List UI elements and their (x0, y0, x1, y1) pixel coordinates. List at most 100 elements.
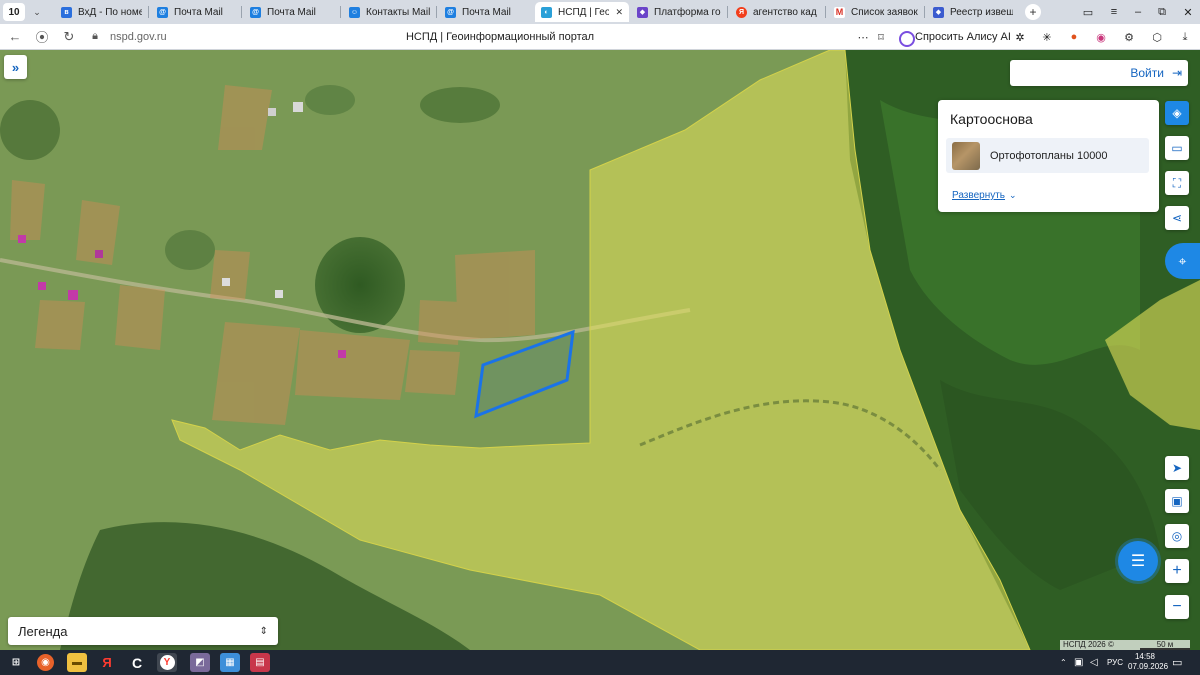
basemap-expand-label: Развернуть (952, 190, 1006, 201)
extension-4-icon[interactable]: ◉ (1092, 28, 1110, 46)
tab-separator (241, 6, 242, 18)
login-arrow-icon: ⇥ (1171, 66, 1182, 80)
login-button[interactable]: Войти ⇥ (1010, 60, 1188, 86)
clock[interactable]: 14:58 07.09.2026 (1128, 652, 1169, 672)
new-tab-button[interactable]: + (1025, 4, 1041, 20)
tab-9[interactable]: M Список заявок — (828, 2, 924, 22)
extension-3-icon[interactable]: ● (1065, 28, 1083, 46)
menu-icon[interactable]: ≡ (1102, 0, 1126, 24)
tab-separator (727, 6, 728, 18)
chevron-down-icon: ⌄ (1009, 190, 1017, 200)
scan-area-icon[interactable]: ⛶ (1165, 171, 1189, 195)
tree-cluster-1 (315, 237, 405, 333)
tab-strip: 10 ⌄ в ВхД - По номеру @ Почта Mail @ По… (0, 0, 1200, 24)
screen-app-icon[interactable]: ▦ (220, 653, 240, 672)
collections-icon[interactable]: ⬡ (1148, 28, 1166, 46)
ask-alice-button[interactable]: Спросить Алису AI (897, 28, 1017, 47)
clock-time: 14:58 (1134, 652, 1156, 661)
updown-chevron-icon: ⇕ (259, 625, 268, 637)
basemap-panel: Картооснова Ортофотопланы 10000 Разверну… (938, 100, 1159, 212)
tab-count-button[interactable]: 10 (3, 3, 25, 21)
registry-icon: ◆ (933, 6, 944, 18)
tab-4[interactable]: ☺ Контакты Mail (343, 2, 436, 22)
tab-nspd-active[interactable]: ◐ НСПД | Геоинф ✕ (535, 2, 629, 22)
page-title: НСПД | Геоинформационный портал (405, 31, 595, 43)
basemap-expand-link[interactable]: Развернуть ⌄ (952, 190, 1017, 201)
firefox-icon[interactable]: ◉ (37, 654, 54, 671)
mail-icon: @ (445, 6, 456, 18)
tab-10[interactable]: ◆ Реестр извещени (927, 2, 1019, 22)
close-tab-icon[interactable]: ✕ (615, 7, 623, 18)
extensions-puzzle-icon[interactable]: ⚙ (1120, 28, 1138, 46)
gmail-icon: M (834, 6, 845, 18)
tree-cluster-5 (305, 85, 355, 115)
pin-icon[interactable]: ◎ (1165, 524, 1189, 548)
chat-bubble-icon[interactable]: ☰ (1118, 541, 1158, 581)
tab-8[interactable]: Я агентство кад ра (730, 2, 825, 22)
mail-icon: @ (157, 6, 168, 18)
network-icon[interactable]: ▣ (1074, 650, 1083, 675)
photo-app-icon[interactable]: ◩ (190, 653, 210, 672)
attribution-text: НСПД 2026 © (1060, 640, 1140, 650)
tray-up-arrow-icon[interactable]: ⌃ (1060, 650, 1067, 675)
calendar-app-icon[interactable]: ▤ (250, 653, 270, 672)
cloud-icon[interactable]: C (127, 653, 147, 672)
tab-separator (825, 6, 826, 18)
mail-icon: @ (250, 6, 261, 18)
tab-separator (436, 6, 437, 18)
login-label: Войти (1130, 66, 1164, 80)
tab-3[interactable]: @ Почта Mail (244, 2, 340, 22)
extension-2-icon[interactable]: ✳ (1038, 28, 1056, 46)
basemap-layer-item[interactable]: Ортофотопланы 10000 (946, 138, 1149, 173)
yandex-active-icon[interactable]: Y (157, 653, 177, 672)
basemap-layer-label: Ортофотопланы 10000 (990, 149, 1108, 162)
zoom-in-icon[interactable]: + (1165, 559, 1189, 583)
zoom-out-icon[interactable]: − (1165, 595, 1189, 619)
bookmark-icon[interactable]: ▭ (1076, 0, 1100, 24)
tab-7[interactable]: ◆ Платформа госуд (631, 2, 727, 22)
orthophoto-thumbnail (952, 141, 980, 170)
basemap-title: Картооснова (950, 111, 1033, 127)
maximize-icon[interactable]: ⧉ (1150, 0, 1174, 24)
yandex-icon: Я (736, 6, 747, 18)
legend-label: Легенда (18, 623, 68, 639)
nspd-icon: ◐ (541, 6, 552, 18)
minimize-icon[interactable]: – (1126, 0, 1150, 24)
expand-sidebar-button[interactable]: » (4, 55, 27, 79)
scale-bar: 50 м (1140, 640, 1190, 650)
bookmark-page-icon[interactable]: ⌑ (872, 28, 890, 46)
tab-separator (340, 6, 341, 18)
volume-icon[interactable]: ◁ (1090, 650, 1098, 675)
file-explorer-icon[interactable]: ▬ (67, 653, 87, 672)
notifications-icon[interactable]: ▭ (1172, 650, 1182, 675)
ruler-icon[interactable]: ▭ (1165, 136, 1189, 160)
tab-2[interactable]: @ Почта Mail (151, 2, 241, 22)
download-icon[interactable]: ⤓ (1176, 28, 1194, 46)
vk-icon: в (61, 6, 72, 18)
tree-cluster-2 (420, 87, 500, 123)
layers-icon[interactable]: ◈ (1165, 101, 1189, 125)
locate-icon[interactable]: ➤ (1165, 456, 1189, 480)
panel-icon[interactable]: ▣ (1165, 489, 1189, 513)
search-panel-icon[interactable]: ⌖ (1165, 243, 1200, 279)
tree-cluster-4 (165, 230, 215, 270)
tab-5[interactable]: @ Почта Mail (439, 2, 533, 22)
tabs-menu-chevron-icon[interactable]: ⌄ (29, 3, 45, 21)
extension-1-icon[interactable]: ✲ (1011, 28, 1029, 46)
ask-alice-label: Спросить Алису AI (915, 31, 1011, 43)
clock-date: 07.09.2026 (1128, 662, 1169, 671)
tree-cluster-3 (0, 100, 60, 160)
tab-1[interactable]: в ВхД - По номеру (55, 2, 148, 22)
yandex-browser-icon[interactable]: Я (97, 653, 117, 672)
close-window-icon[interactable]: ✕ (1176, 0, 1200, 24)
windows-start-icon[interactable]: ⊞ (6, 653, 26, 672)
keyboard-language[interactable]: РУС (1107, 650, 1123, 675)
address-bar: ← ⦿ ↻ 🔒︎ nspd.gov.ru НСПД | Геоинформаци… (0, 24, 1200, 50)
share-icon[interactable]: ⋖ (1165, 206, 1189, 230)
gosuslugi-icon: ◆ (637, 6, 648, 18)
tab-separator (148, 6, 149, 18)
more-dots-icon[interactable]: ⋯ (854, 28, 872, 46)
tab-separator (924, 6, 925, 18)
legend-selector[interactable]: Легенда ⇕ (8, 617, 278, 645)
taskbar: ⊞ ◉ ▬ Я C Y ◩ ▦ ▤ ⌃ ▣ ◁ РУС 14:58 07.09.… (0, 650, 1200, 675)
